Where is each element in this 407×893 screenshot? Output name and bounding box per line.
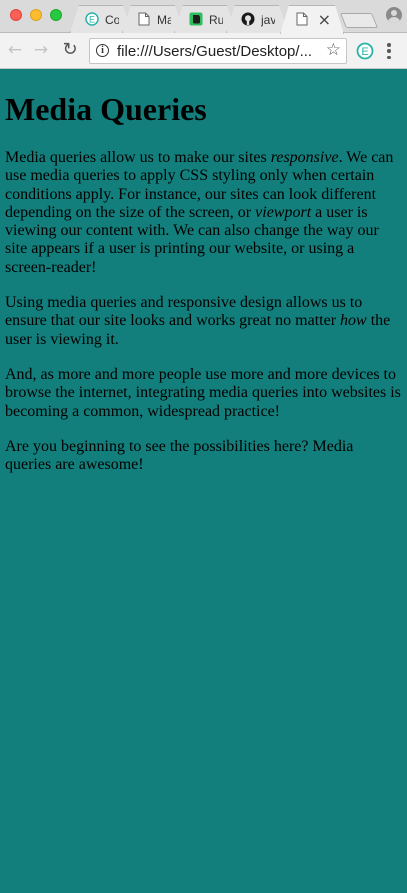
browser-chrome: E Co Ma Ru jav × (0, 0, 407, 69)
forward-arrow-icon[interactable]: → (31, 39, 51, 61)
tab-title: Ma (157, 13, 167, 27)
paragraph-4: Are you beginning to see the possibiliti… (5, 437, 354, 474)
page-icon (295, 12, 309, 26)
github-icon (241, 12, 255, 26)
tab-4[interactable]: jav (226, 5, 288, 33)
tab-strip: E Co Ma Ru jav × (0, 0, 407, 33)
reload-icon[interactable]: ↻ (60, 39, 80, 61)
tab-title: jav (261, 13, 275, 27)
tab-title: Co (105, 13, 119, 27)
tab-title: Ru (209, 13, 223, 27)
window-minimize-button[interactable] (30, 9, 42, 21)
paragraph-2: Using media queries and responsive desig… (5, 294, 391, 348)
toolbar: ← → ↻ i file:///Users/Guest/Desktop/... … (0, 33, 407, 69)
tab-3[interactable]: Ru (174, 5, 236, 33)
paragraph-1: Media queries allow us to make our sites… (5, 149, 394, 276)
page-content: Media Queries Media queries allow us to … (0, 69, 407, 491)
page-icon (137, 12, 151, 26)
profile-icon[interactable] (386, 7, 402, 23)
page-title: Media Queries (5, 91, 207, 127)
svg-text:E: E (89, 15, 95, 25)
evernote-web-clipper-icon[interactable]: E (356, 42, 374, 60)
close-icon[interactable]: × (318, 10, 331, 29)
evernote-icon (189, 12, 203, 26)
url-text[interactable]: file:///Users/Guest/Desktop/... (117, 43, 312, 60)
tab-1[interactable]: E Co (70, 5, 132, 33)
window-maximize-button[interactable] (50, 9, 62, 21)
tab-2[interactable]: Ma (122, 5, 184, 33)
tab-active[interactable]: × (280, 5, 344, 34)
back-arrow-icon[interactable]: ← (5, 39, 25, 61)
paragraph-3: And, as more and more people use more an… (5, 365, 401, 420)
bookmark-star-icon[interactable]: ☆ (326, 40, 341, 60)
menu-dots-icon[interactable] (387, 43, 391, 59)
address-bar[interactable]: i file:///Users/Guest/Desktop/... ☆ (89, 38, 347, 64)
evernote-web-clipper-icon: E (85, 12, 99, 26)
info-icon[interactable]: i (96, 44, 109, 57)
new-tab-button[interactable] (339, 13, 379, 28)
svg-text:E: E (361, 46, 368, 58)
window-close-button[interactable] (10, 9, 22, 21)
